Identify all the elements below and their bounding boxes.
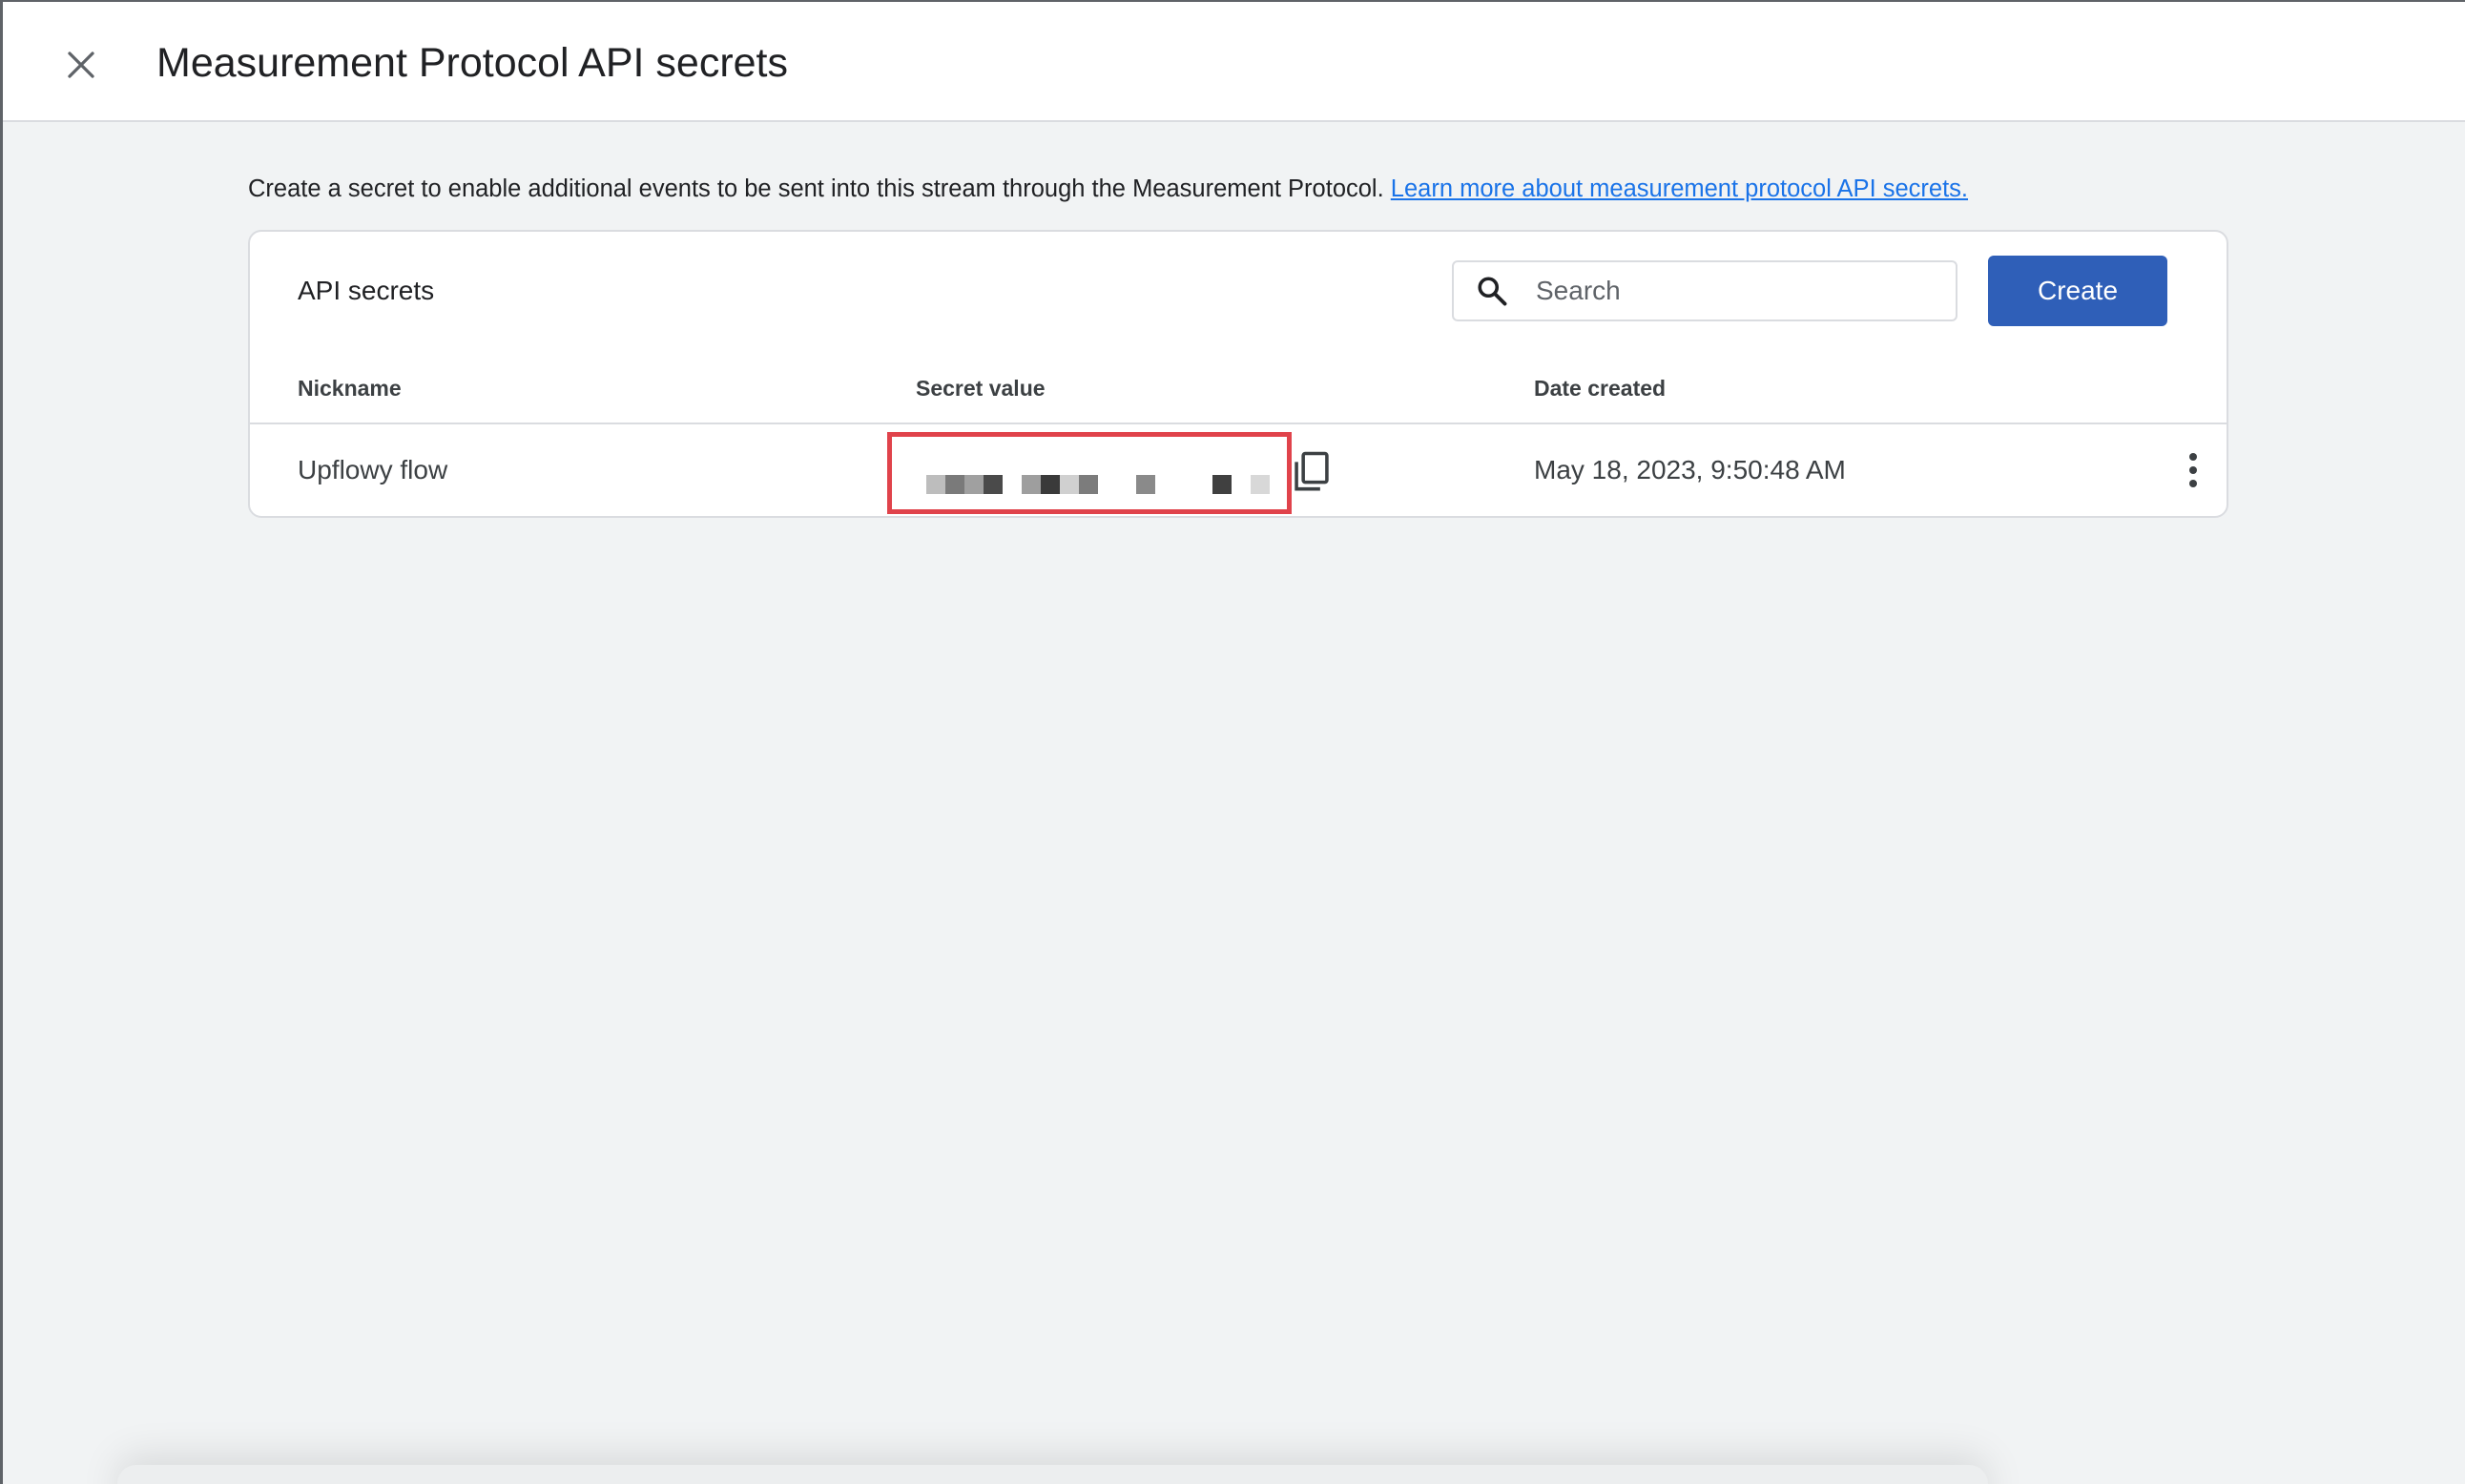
close-button[interactable]: [52, 36, 110, 93]
row-nickname: Upflowy flow: [298, 455, 448, 484]
search-box[interactable]: [1452, 260, 1958, 321]
learn-more-link[interactable]: Learn more about measurement protocol AP…: [1391, 175, 1968, 202]
page-title: Measurement Protocol API secrets: [156, 40, 789, 86]
card-title: API secrets: [298, 276, 435, 305]
api-secrets-card: API secrets Create Nickname Secret value…: [248, 230, 2228, 518]
column-header-secret-value[interactable]: Secret value: [916, 373, 1046, 403]
row-date-created: May 18, 2023, 9:50:48 AM: [1534, 455, 1846, 484]
column-header-nickname[interactable]: Nickname: [298, 373, 402, 403]
copy-icon[interactable]: [1290, 447, 1334, 497]
create-button[interactable]: Create: [1988, 256, 2167, 326]
bottom-shadow: [117, 1465, 1988, 1484]
close-icon: [68, 52, 94, 78]
intro-text: Create a secret to enable additional eve…: [248, 172, 1968, 206]
column-header-date-created[interactable]: Date created: [1534, 373, 1666, 403]
dialog-header: Measurement Protocol API secrets: [3, 2, 2465, 122]
intro-description: Create a secret to enable additional eve…: [248, 175, 1384, 202]
table-row[interactable]: Upflowy flow May 18, 2023, 9:50:48 AM: [250, 424, 2227, 516]
more-vert-icon[interactable]: [2179, 449, 2207, 491]
page: Measurement Protocol API secrets Create …: [0, 0, 2465, 1484]
search-icon: [1473, 272, 1511, 310]
search-input[interactable]: [1534, 275, 1938, 307]
secret-value-redacted: [887, 432, 1292, 514]
